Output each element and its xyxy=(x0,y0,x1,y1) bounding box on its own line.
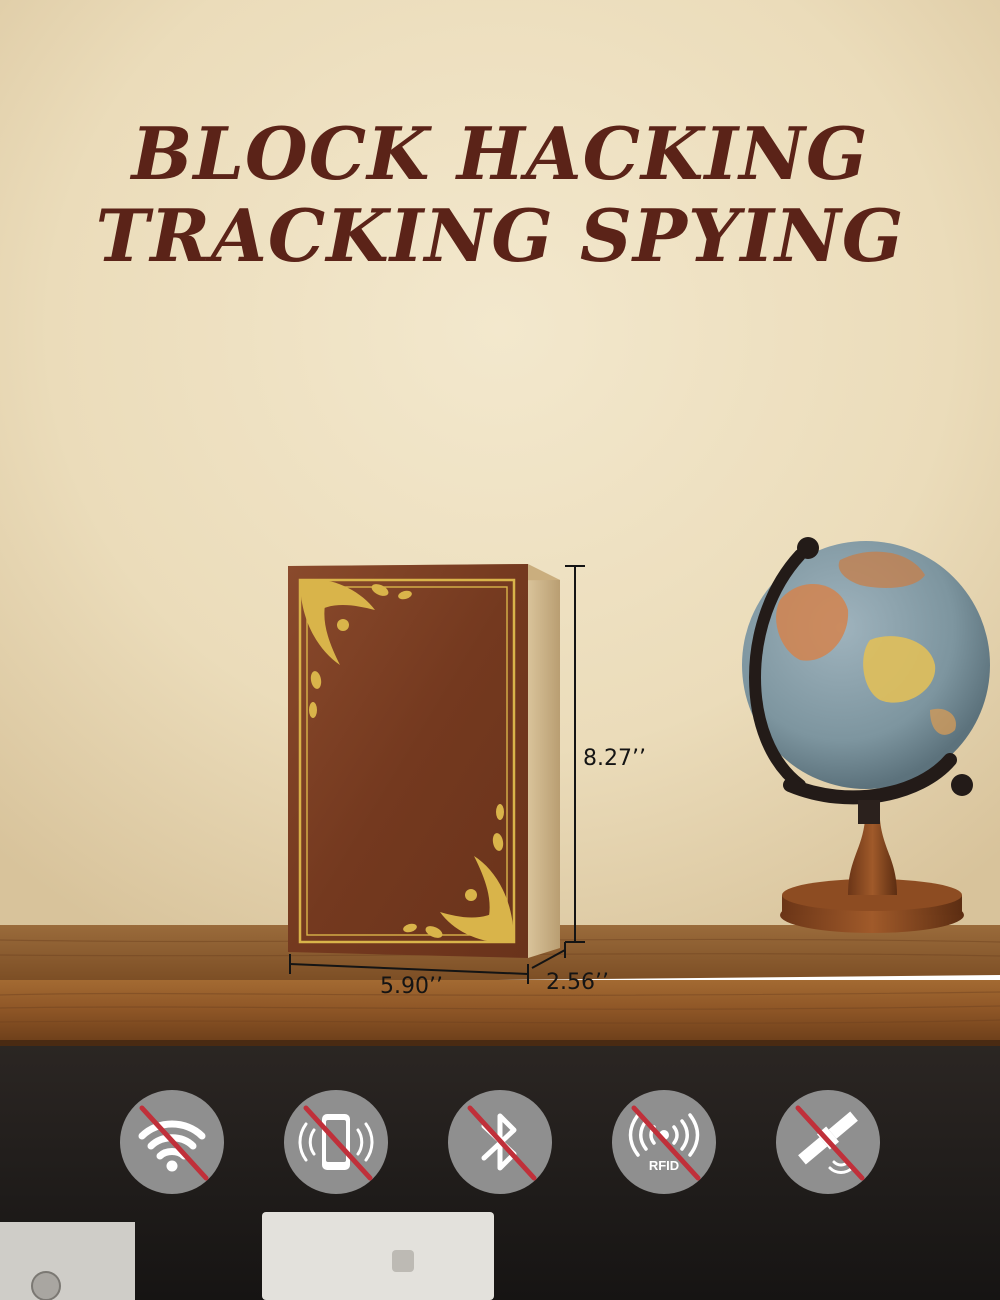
wifi-blocked-icon xyxy=(120,1090,224,1194)
product-image: BLOCK HACKING TRACKING SPYING 8.27’’ 5.9… xyxy=(0,0,1000,1300)
rfid-blocked-icon: RFID xyxy=(612,1090,716,1194)
bluetooth-blocked-icon xyxy=(448,1090,552,1194)
headline-line-1: BLOCK HACKING xyxy=(131,111,869,196)
rfid-label: RFID xyxy=(649,1158,679,1173)
phone-signal-blocked-icon xyxy=(284,1090,388,1194)
satellite-blocked-icon xyxy=(776,1090,880,1194)
width-dimension-label: 5.90’’ xyxy=(380,974,443,999)
height-dimension-label: 8.27’’ xyxy=(583,746,646,771)
headline-line-2: TRACKING SPYING xyxy=(95,193,905,278)
depth-dimension-label: 2.56’’ xyxy=(546,970,609,995)
